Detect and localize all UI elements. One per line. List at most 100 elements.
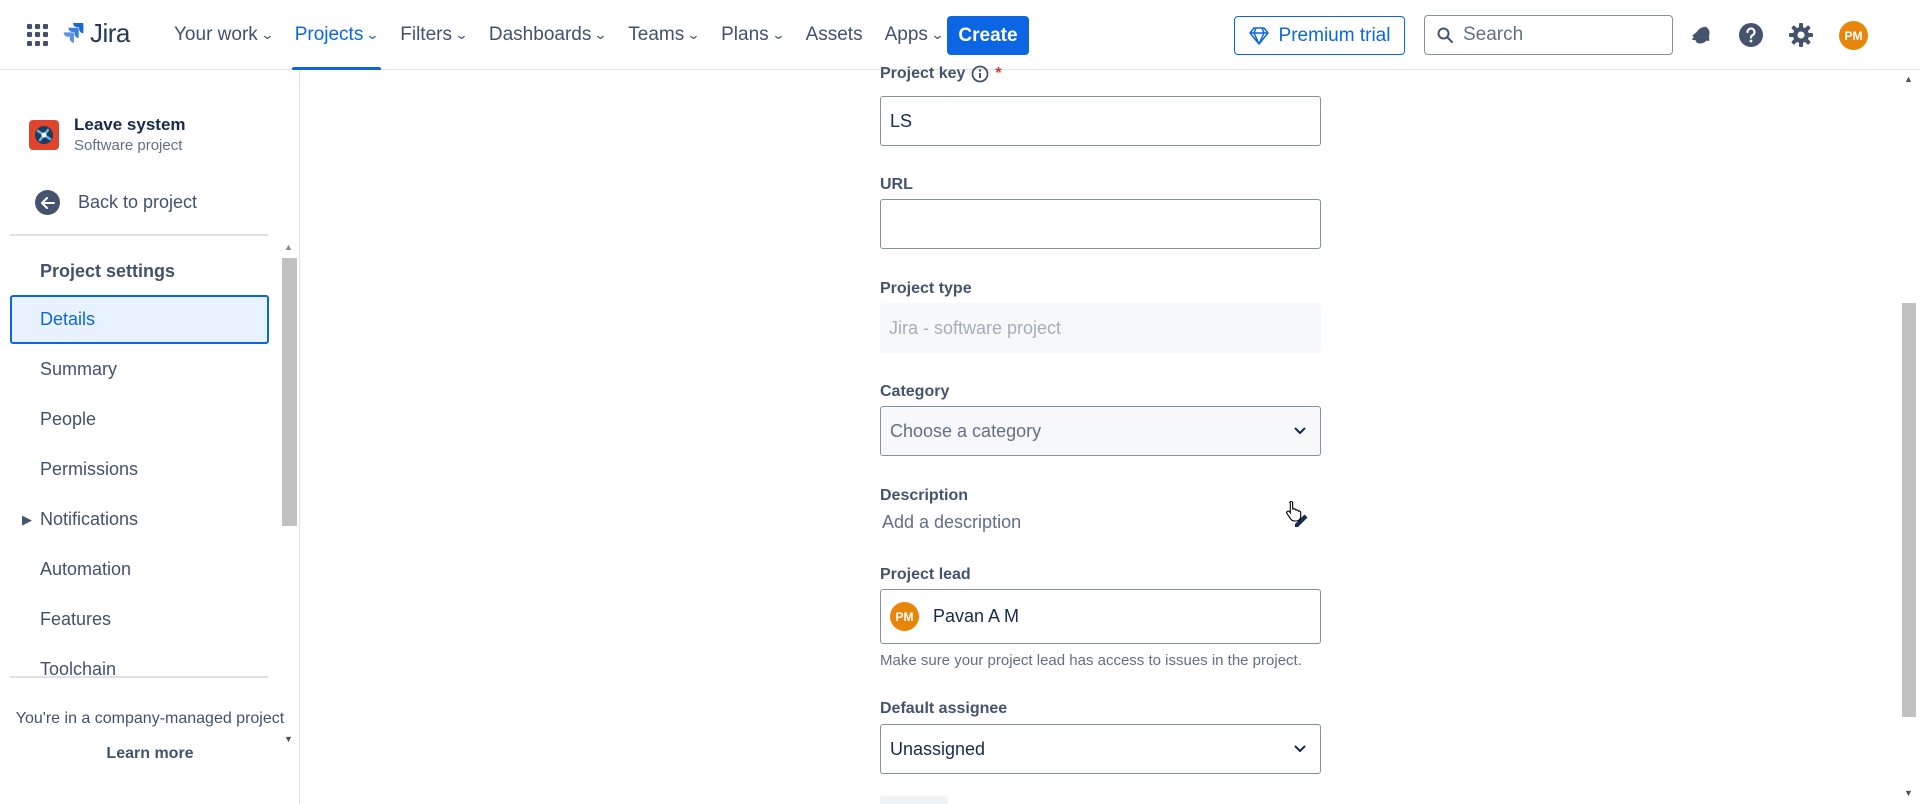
nav-projects[interactable]: Projects ⌄ bbox=[284, 0, 390, 70]
diamond-icon bbox=[1248, 26, 1269, 45]
project-key-field[interactable]: LS bbox=[880, 96, 1321, 146]
chevron-down-icon: ⌄ bbox=[454, 27, 469, 42]
nav-item-label: Your work bbox=[174, 24, 258, 45]
scroll-down-arrow-icon[interactable]: ▼ bbox=[1904, 788, 1913, 798]
scroll-up-arrow-icon[interactable]: ▲ bbox=[1904, 74, 1913, 84]
sidebar-item-details[interactable]: Details bbox=[10, 295, 269, 344]
category-select[interactable]: Choose a category bbox=[880, 406, 1321, 456]
chevron-down-icon: ⌄ bbox=[930, 27, 945, 42]
sidebar-item-toolchain[interactable]: Toolchain bbox=[10, 645, 269, 676]
sidebar-menu: Project settings Details Summary People … bbox=[0, 236, 280, 676]
info-icon[interactable] bbox=[971, 65, 989, 83]
search-icon bbox=[1437, 27, 1453, 43]
save-button[interactable] bbox=[880, 796, 948, 804]
project-type-field: Jira - software project bbox=[880, 303, 1321, 353]
sidebar-item-notifications[interactable]: ▶ Notifications bbox=[10, 495, 269, 544]
search-field[interactable] bbox=[1424, 15, 1673, 55]
project-lead-helper-text: Make sure your project lead has access t… bbox=[880, 652, 1302, 669]
sidebar-scrollbar[interactable]: ▲ ▼ bbox=[281, 236, 297, 744]
description-label: Description bbox=[880, 487, 969, 504]
nav-item-label: Assets bbox=[805, 24, 863, 45]
sidebar-item-people[interactable]: People bbox=[10, 395, 269, 444]
jira-logo[interactable]: Jira bbox=[62, 18, 130, 49]
lead-avatar: PM bbox=[890, 602, 919, 631]
sidebar-item-summary[interactable]: Summary bbox=[10, 345, 269, 394]
project-key-label: Project key * bbox=[880, 65, 1002, 83]
scroll-up-arrow-icon[interactable]: ▲ bbox=[284, 242, 293, 252]
company-managed-notice: You're in a company-managed project bbox=[15, 710, 285, 727]
project-sidebar: Leave system Software project Back to pr… bbox=[0, 70, 300, 804]
url-label: URL bbox=[880, 176, 913, 193]
nav-apps[interactable]: Apps ⌄ bbox=[874, 0, 954, 70]
sidebar-scrollbar-thumb[interactable] bbox=[282, 258, 297, 526]
premium-trial-label: Premium trial bbox=[1278, 24, 1391, 46]
page-scrollbar[interactable]: ▲ ▼ bbox=[1898, 70, 1920, 804]
user-avatar[interactable]: PM bbox=[1839, 21, 1868, 50]
create-button[interactable]: Create bbox=[947, 16, 1029, 55]
chevron-down-icon: ⌄ bbox=[365, 27, 380, 42]
project-lead-label: Project lead bbox=[880, 566, 971, 583]
nav-assets[interactable]: Assets bbox=[795, 0, 874, 70]
chevron-down-icon: ⌄ bbox=[686, 27, 701, 42]
notifications-bell-icon[interactable] bbox=[1688, 21, 1716, 49]
help-icon[interactable] bbox=[1737, 21, 1765, 49]
nav-item-label: Apps bbox=[884, 24, 928, 45]
project-header[interactable]: Leave system Software project bbox=[29, 115, 186, 154]
hand-cursor-icon bbox=[1286, 500, 1302, 522]
category-label: Category bbox=[880, 383, 950, 400]
chevron-down-icon: ⌄ bbox=[260, 27, 275, 42]
required-asterisk: * bbox=[995, 65, 1002, 82]
chevron-down-icon: ⌄ bbox=[771, 27, 786, 42]
sidebar-item-label: Summary bbox=[40, 359, 118, 379]
settings-gear-icon[interactable] bbox=[1787, 21, 1815, 49]
sidebar-item-label: Details bbox=[40, 309, 96, 329]
sidebar-item-label: Toolchain bbox=[40, 659, 117, 676]
nav-dashboards[interactable]: Dashboards ⌄ bbox=[478, 0, 617, 70]
sidebar-item-label: Permissions bbox=[40, 459, 139, 479]
sidebar-item-label: Notifications bbox=[40, 509, 139, 529]
default-assignee-select[interactable]: Unassigned bbox=[880, 724, 1321, 774]
app-name: Jira bbox=[90, 18, 130, 48]
primary-nav: Your work ⌄ Projects ⌄ Filters ⌄ Dashboa… bbox=[163, 0, 954, 70]
sidebar-item-permissions[interactable]: Permissions bbox=[10, 445, 269, 494]
project-details-form: Project key * LS URL Project type Jira -… bbox=[302, 65, 1898, 804]
sidebar-footer-divider bbox=[10, 676, 268, 678]
nav-item-label: Teams bbox=[628, 24, 685, 45]
project-lead-field[interactable]: PM Pavan A M bbox=[880, 589, 1321, 644]
sidebar-item-features[interactable]: Features bbox=[10, 595, 269, 644]
description-editor[interactable]: Add a description bbox=[882, 512, 1021, 533]
sidebar-item-label: Automation bbox=[40, 559, 132, 579]
nav-item-label: Plans bbox=[721, 24, 769, 45]
search-input[interactable] bbox=[1463, 24, 1653, 46]
url-field[interactable] bbox=[880, 199, 1321, 249]
chevron-down-icon: ⌄ bbox=[593, 27, 608, 42]
default-assignee-value: Unassigned bbox=[890, 738, 986, 759]
category-placeholder: Choose a category bbox=[890, 420, 1042, 441]
project-key-value: LS bbox=[890, 110, 913, 131]
app-switcher-icon[interactable] bbox=[27, 24, 49, 46]
sidebar-item-label: People bbox=[40, 409, 97, 429]
sidebar-section-title: Project settings bbox=[40, 261, 176, 281]
page-scrollbar-thumb[interactable] bbox=[1902, 303, 1916, 717]
top-navigation: Jira Your work ⌄ Projects ⌄ Filters ⌄ Da… bbox=[0, 0, 1920, 70]
project-type-label: Project type bbox=[880, 280, 972, 297]
project-type-value: Jira - software project bbox=[889, 317, 1062, 338]
chevron-down-icon bbox=[1294, 427, 1306, 434]
back-to-project-link[interactable]: Back to project bbox=[35, 190, 197, 215]
sidebar-item-automation[interactable]: Automation bbox=[10, 545, 269, 594]
nav-filters[interactable]: Filters ⌄ bbox=[389, 0, 478, 70]
learn-more-link[interactable]: Learn more bbox=[0, 745, 300, 763]
back-to-project-label: Back to project bbox=[78, 192, 198, 212]
sidebar-item-label: Features bbox=[40, 609, 112, 629]
chevron-right-icon[interactable]: ▶ bbox=[22, 512, 32, 528]
field-label: Project key bbox=[880, 65, 966, 82]
premium-trial-button[interactable]: Premium trial bbox=[1234, 16, 1405, 55]
nav-teams[interactable]: Teams ⌄ bbox=[617, 0, 710, 70]
project-name: Leave system bbox=[74, 115, 186, 134]
chevron-down-icon bbox=[1294, 745, 1306, 752]
nav-item-label: Dashboards bbox=[488, 24, 592, 45]
scroll-down-arrow-icon[interactable]: ▼ bbox=[284, 734, 293, 744]
nav-plans[interactable]: Plans ⌄ bbox=[710, 0, 794, 70]
project-avatar-icon bbox=[29, 119, 59, 150]
nav-your-work[interactable]: Your work ⌄ bbox=[163, 0, 284, 70]
